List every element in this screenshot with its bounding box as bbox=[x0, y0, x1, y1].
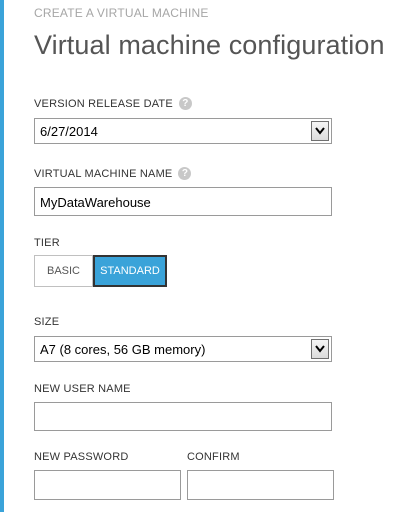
question-mark-icon[interactable]: ? bbox=[178, 167, 192, 180]
new-password-label: NEW PASSWORD bbox=[34, 451, 129, 463]
page-title: Virtual machine configuration bbox=[34, 30, 385, 60]
vm-name-label: VIRTUAL MACHINE NAME ? bbox=[34, 167, 192, 180]
vm-name-input[interactable]: MyDataWarehouse bbox=[34, 187, 332, 216]
tier-basic-button[interactable]: BASIC bbox=[34, 255, 93, 287]
new-user-name-label: NEW USER NAME bbox=[34, 383, 131, 395]
version-release-date-label: VERSION RELEASE DATE ? bbox=[34, 97, 192, 110]
size-value: A7 (8 cores, 56 GB memory) bbox=[40, 342, 206, 357]
chevron-down-icon[interactable] bbox=[311, 121, 329, 141]
question-mark-icon[interactable]: ? bbox=[178, 97, 192, 110]
version-release-date-label-text: VERSION RELEASE DATE bbox=[34, 97, 173, 110]
chevron-down-icon[interactable] bbox=[311, 339, 329, 359]
version-release-date-select[interactable]: 6/27/2014 bbox=[34, 118, 332, 144]
new-user-name-input[interactable] bbox=[34, 402, 332, 431]
size-label: SIZE bbox=[34, 316, 60, 328]
confirm-password-input[interactable] bbox=[187, 470, 334, 500]
confirm-label: CONFIRM bbox=[187, 451, 240, 463]
left-accent-bar bbox=[0, 0, 4, 512]
wizard-step-label: CREATE A VIRTUAL MACHINE bbox=[34, 6, 209, 20]
size-select[interactable]: A7 (8 cores, 56 GB memory) bbox=[34, 336, 332, 362]
tier-label: TIER bbox=[34, 237, 60, 249]
vm-name-value: MyDataWarehouse bbox=[40, 195, 151, 210]
vm-configuration-page: CREATE A VIRTUAL MACHINE Virtual machine… bbox=[0, 0, 394, 512]
tier-standard-button[interactable]: STANDARD bbox=[93, 255, 167, 287]
new-password-input[interactable] bbox=[34, 470, 181, 500]
version-release-date-value: 6/27/2014 bbox=[40, 124, 98, 139]
vm-name-label-text: VIRTUAL MACHINE NAME bbox=[34, 167, 173, 180]
tier-toggle: BASIC STANDARD bbox=[34, 255, 167, 287]
